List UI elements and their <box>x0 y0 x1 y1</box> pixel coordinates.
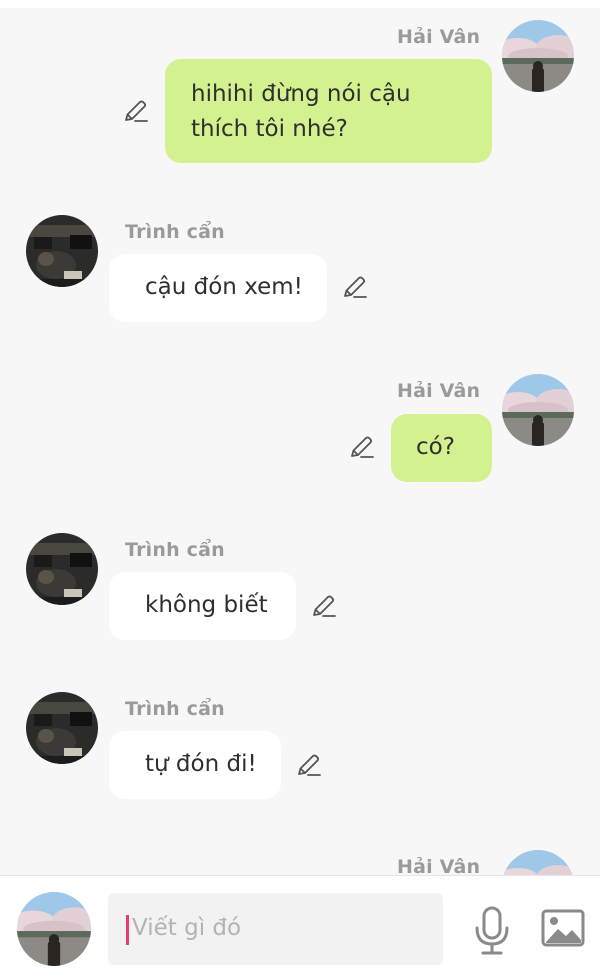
message-bubble[interactable]: hihihi đừng nói cậu thích tôi nhé? <box>165 59 492 163</box>
message-text: cậu đón xem! <box>145 274 303 300</box>
message-text: có? <box>416 434 455 460</box>
avatar[interactable] <box>502 850 574 875</box>
image-icon[interactable] <box>540 908 586 948</box>
avatar[interactable] <box>26 215 98 287</box>
message-bubble[interactable]: tự đón đi! <box>109 731 281 799</box>
message-bubble[interactable]: không biết <box>109 572 296 640</box>
pencil-icon[interactable] <box>123 98 149 124</box>
pencil-icon[interactable] <box>311 593 337 619</box>
message-text: tự đón đi! <box>145 751 257 777</box>
avatar[interactable] <box>502 20 574 92</box>
my-avatar[interactable] <box>17 892 91 966</box>
microphone-icon[interactable] <box>472 906 512 956</box>
sender-name: Trình cẩn <box>125 539 225 561</box>
composer-bar: Viết gì đó <box>0 875 600 979</box>
avatar[interactable] <box>502 374 574 446</box>
pencil-icon[interactable] <box>349 434 375 460</box>
message-text-line: thích tôi nhé? <box>191 116 348 142</box>
message-text-line: hihihi đừng nói cậu <box>191 81 411 107</box>
message-bubble[interactable]: cậu đón xem! <box>109 254 327 322</box>
sender-name: Hải Vân <box>397 380 481 402</box>
pencil-icon[interactable] <box>342 274 368 300</box>
top-strip <box>0 0 600 8</box>
sender-name: Trình cẩn <box>125 698 225 720</box>
pencil-icon[interactable] <box>296 752 322 778</box>
sender-name: Hải Vân <box>397 856 481 875</box>
message-bubble[interactable]: có? <box>391 414 492 482</box>
avatar[interactable] <box>26 692 98 764</box>
message-text: không biết <box>145 592 268 618</box>
message-input-placeholder: Viết gì đó <box>132 915 242 941</box>
message-input[interactable]: Viết gì đó <box>108 893 443 965</box>
text-caret <box>126 915 129 945</box>
avatar[interactable] <box>26 533 98 605</box>
chat-message-list[interactable]: Hải Vân hihihi đừng nói cậu thích tôi nh… <box>0 0 600 875</box>
sender-name: Trình cẩn <box>125 221 225 243</box>
sender-name: Hải Vân <box>397 26 481 48</box>
